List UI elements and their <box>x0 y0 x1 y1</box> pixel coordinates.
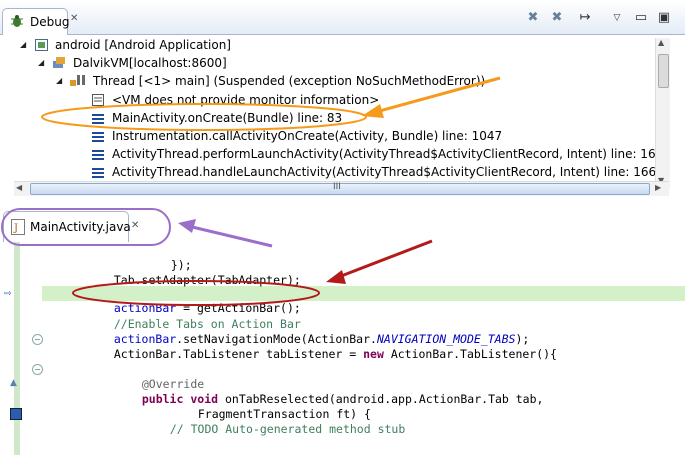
red-arrow <box>335 239 433 280</box>
red-highlight-ring <box>72 280 320 306</box>
purple-arrowhead <box>178 219 196 233</box>
purple-arrow <box>187 224 273 248</box>
orange-highlight-ring <box>41 103 367 131</box>
orange-arrow <box>371 76 501 115</box>
red-arrowhead <box>326 270 346 284</box>
orange-arrowhead <box>362 104 384 118</box>
annotation-overlay <box>1 76 501 306</box>
purple-highlight-ring <box>1 208 171 246</box>
